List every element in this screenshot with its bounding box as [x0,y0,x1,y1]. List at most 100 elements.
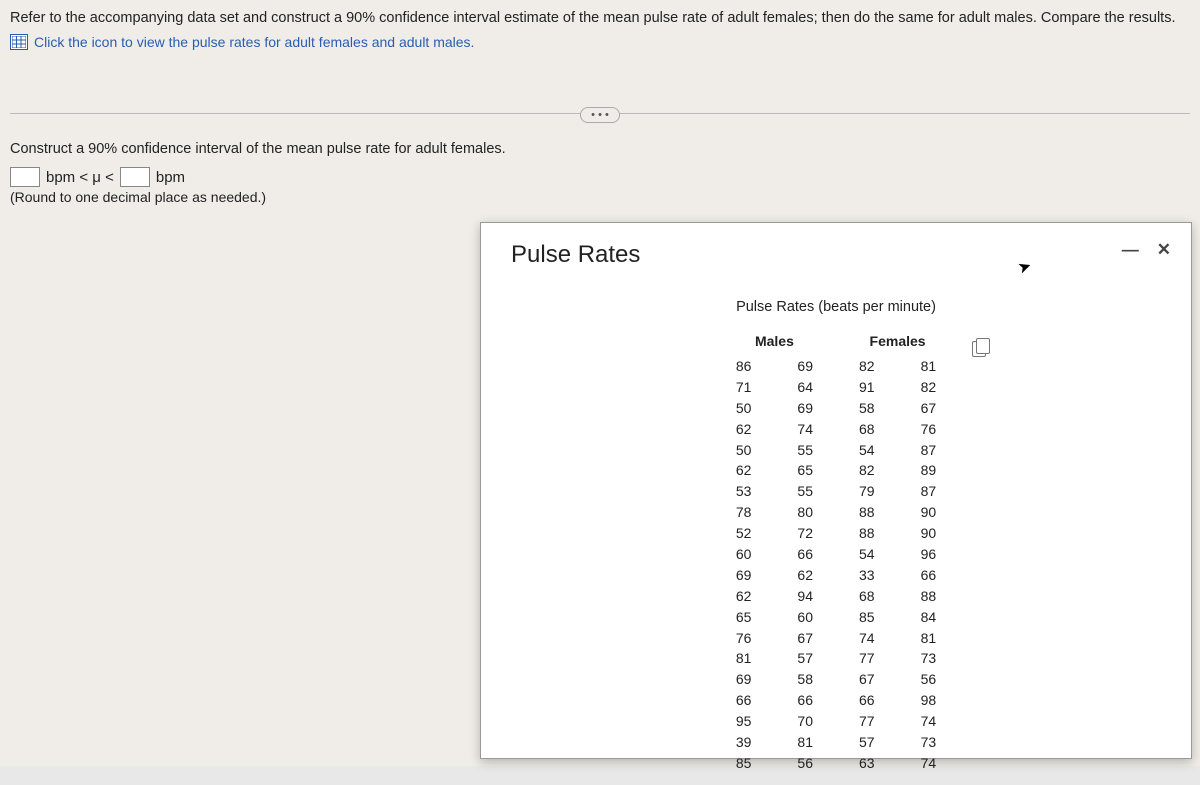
data-cell: 81 [714,649,774,668]
data-cell: 82 [837,461,897,480]
data-cell: 87 [899,482,959,501]
data-link-row: Click the icon to view the pulse rates f… [10,34,1190,50]
data-cell: 81 [775,733,835,752]
data-cell: 96 [899,545,959,564]
data-cell: 54 [837,545,897,564]
data-cell: 66 [714,691,774,710]
data-cell: 86 [714,357,774,376]
section-divider: • • • [10,105,1190,121]
close-button[interactable]: ✕ [1157,241,1171,258]
data-cell: 88 [899,587,959,606]
data-cell: 73 [899,649,959,668]
data-cell: 68 [837,420,897,439]
table-row: 85566374 [714,754,958,773]
data-cell: 87 [899,441,959,460]
table-row: 50555487 [714,441,958,460]
data-cell: 73 [899,733,959,752]
data-cell: 66 [899,566,959,585]
data-cell: 95 [714,712,774,731]
data-cell: 77 [837,649,897,668]
data-cell: 63 [837,754,897,773]
window-controls: — ✕ [1122,241,1171,258]
lower-bound-input[interactable] [10,167,40,187]
mu-expression: bpm < μ < [46,169,114,186]
table-row: 39815773 [714,733,958,752]
minimize-button[interactable]: — [1122,241,1139,258]
table-icon[interactable] [10,34,28,50]
data-cell: 55 [775,441,835,460]
data-cell: 67 [775,629,835,648]
table-row: 65608584 [714,608,958,627]
table-row: 52728890 [714,524,958,543]
data-cell: 88 [837,524,897,543]
data-cell: 67 [899,399,959,418]
data-cell: 74 [899,712,959,731]
data-cell: 94 [775,587,835,606]
females-header: Females [837,331,958,355]
rounding-note: (Round to one decimal place as needed.) [10,189,1190,205]
data-cell: 54 [837,441,897,460]
data-cell: 62 [714,587,774,606]
view-data-link[interactable]: Click the icon to view the pulse rates f… [34,34,474,50]
data-cell: 85 [837,608,897,627]
data-cell: 70 [775,712,835,731]
data-cell: 82 [837,357,897,376]
data-cell: 74 [775,420,835,439]
table-row: 86698281 [714,357,958,376]
data-cell: 33 [837,566,897,585]
data-cell: 69 [775,399,835,418]
table-row: 78808890 [714,503,958,522]
data-cell: 64 [775,378,835,397]
data-cell: 90 [899,524,959,543]
question-page: Refer to the accompanying data set and c… [0,0,1200,766]
pulse-data-table: Males Females 86698281716491825069586762… [712,329,960,775]
table-row: 69586756 [714,670,958,689]
data-cell: 56 [899,670,959,689]
data-cell: 66 [775,691,835,710]
table-row: 71649182 [714,378,958,397]
data-cell: 69 [775,357,835,376]
data-cell: 89 [899,461,959,480]
males-header: Males [714,331,835,355]
pulse-rates-popup: Pulse Rates — ✕ ➤ Pulse Rates (beats per… [480,222,1192,759]
data-cell: 68 [837,587,897,606]
data-cell: 66 [775,545,835,564]
data-cell: 76 [714,629,774,648]
data-cell: 71 [714,378,774,397]
upper-bound-input[interactable] [120,167,150,187]
data-cell: 69 [714,670,774,689]
data-cell: 62 [714,420,774,439]
data-cell: 74 [837,629,897,648]
table-row: 95707774 [714,712,958,731]
copy-icon[interactable] [972,341,986,357]
data-cell: 81 [899,629,959,648]
table-row: 76677481 [714,629,958,648]
table-row: 50695867 [714,399,958,418]
table-row: 53557987 [714,482,958,501]
data-cell: 67 [837,670,897,689]
data-subtitle: Pulse Rates (beats per minute) [521,299,1151,315]
sub-question-text: Construct a 90% confidence interval of t… [10,141,1190,157]
data-cell: 88 [837,503,897,522]
data-cell: 55 [775,482,835,501]
popup-header: Pulse Rates — ✕ [481,223,1191,269]
data-cell: 58 [837,399,897,418]
data-cell: 74 [899,754,959,773]
data-cell: 81 [899,357,959,376]
data-cell: 56 [775,754,835,773]
divider-dots-pill[interactable]: • • • [580,107,620,123]
data-cell: 72 [775,524,835,543]
data-cell: 91 [837,378,897,397]
data-cell: 60 [714,545,774,564]
data-cell: 53 [714,482,774,501]
data-cell: 58 [775,670,835,689]
data-cell: 69 [714,566,774,585]
popup-title: Pulse Rates [511,241,640,269]
table-row: 81577773 [714,649,958,668]
data-cell: 62 [775,566,835,585]
data-cell: 39 [714,733,774,752]
popup-body: Pulse Rates (beats per minute) Males Fem… [481,269,1191,785]
data-cell: 98 [899,691,959,710]
data-cell: 84 [899,608,959,627]
answer-row: bpm < μ < bpm [10,167,1190,187]
